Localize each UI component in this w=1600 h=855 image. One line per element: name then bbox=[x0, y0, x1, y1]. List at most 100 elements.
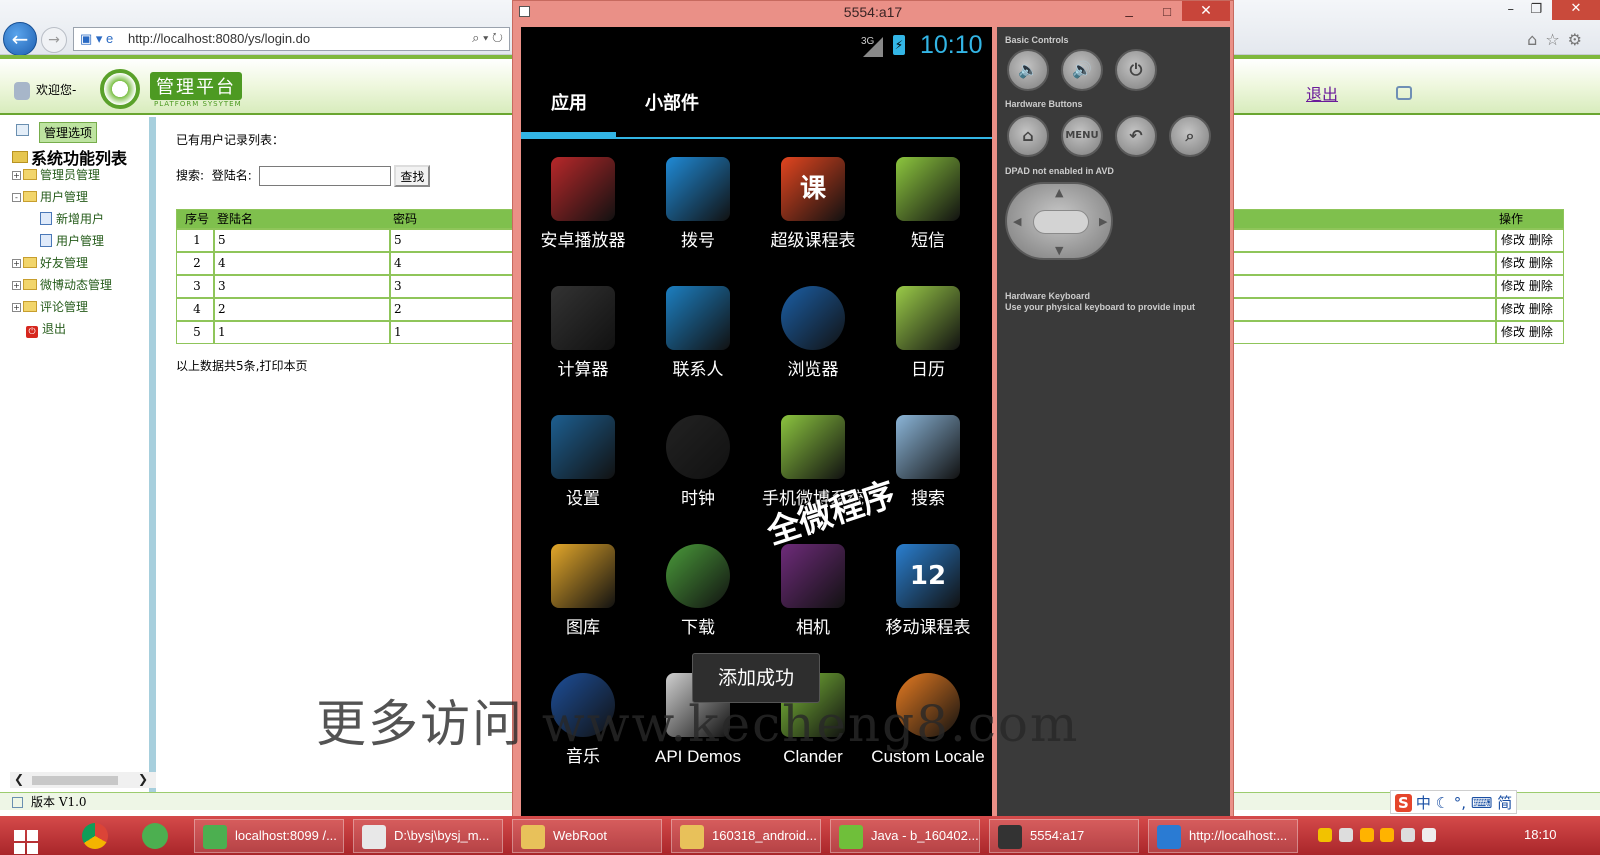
delete-link[interactable]: 删除 bbox=[1529, 302, 1553, 316]
back-icon[interactable]: ↶ bbox=[1115, 115, 1157, 157]
expand-toggle-icon[interactable]: + bbox=[12, 281, 21, 290]
expand-toggle-icon[interactable]: + bbox=[12, 259, 21, 268]
dpad-control[interactable]: ▲ ▼ ◀ ▶ bbox=[1005, 182, 1113, 260]
minimize-icon[interactable]: – bbox=[1125, 4, 1133, 26]
compat-view-icon[interactable]: ▣ ▾ e bbox=[80, 31, 113, 47]
maximize-icon[interactable]: □ bbox=[1163, 1, 1171, 23]
folder-icon bbox=[23, 301, 37, 312]
sidebar-scrollbar[interactable]: ❮ ❯ bbox=[10, 772, 156, 788]
volume-down-icon[interactable]: 🔈 bbox=[1007, 49, 1049, 91]
window-icon[interactable] bbox=[1396, 86, 1412, 100]
taskbar-item[interactable]: http://localhost:... bbox=[1148, 819, 1298, 853]
tab-widgets[interactable]: 小部件 bbox=[645, 89, 699, 115]
scroll-thumb[interactable] bbox=[32, 776, 118, 785]
sidebar-item[interactable]: 新增用户 bbox=[12, 209, 112, 231]
browser-pinned-icon[interactable] bbox=[132, 819, 178, 853]
edit-link[interactable]: 修改 bbox=[1501, 233, 1525, 247]
edit-link[interactable]: 修改 bbox=[1501, 279, 1525, 293]
search-icon[interactable]: ⌕ bbox=[1169, 115, 1211, 157]
window-menu-icon[interactable] bbox=[519, 6, 530, 17]
app-launcher-item[interactable]: 联系人 bbox=[640, 286, 756, 380]
restore-icon[interactable]: ❐ bbox=[1530, 2, 1542, 17]
windows-start-icon[interactable] bbox=[14, 830, 40, 855]
delete-link[interactable]: 删除 bbox=[1529, 256, 1553, 270]
menu-button[interactable]: MENU bbox=[1061, 115, 1103, 157]
edit-link[interactable]: 修改 bbox=[1501, 302, 1525, 316]
volume-icon[interactable] bbox=[1422, 828, 1437, 842]
app-launcher-item[interactable]: 安卓播放器 bbox=[525, 157, 641, 251]
minimize-icon[interactable]: – bbox=[1508, 2, 1515, 17]
dpad-up-icon[interactable]: ▲ bbox=[1055, 186, 1063, 199]
app-launcher-item[interactable]: 时钟 bbox=[640, 415, 756, 509]
tab-apps[interactable]: 应用 bbox=[551, 89, 587, 115]
sidebar-item[interactable]: ⏻ 退出 bbox=[12, 319, 112, 341]
qq-icon[interactable] bbox=[1380, 828, 1395, 842]
qq-icon[interactable] bbox=[1359, 828, 1374, 842]
dpad-center[interactable] bbox=[1033, 210, 1089, 234]
taskbar-item[interactable]: 160318_android... bbox=[671, 819, 821, 853]
network-icon[interactable] bbox=[1401, 828, 1416, 842]
taskbar-item[interactable]: 5554:a17 bbox=[989, 819, 1139, 853]
taskbar-item[interactable]: WebRoot bbox=[512, 819, 662, 853]
app-launcher-item[interactable]: 课超级课程表 bbox=[755, 157, 871, 251]
app-launcher-item[interactable]: 短信 bbox=[870, 157, 986, 251]
home-star-gear-icons[interactable]: ⌂☆⚙ bbox=[1527, 30, 1590, 49]
status-clock: 10:10 bbox=[920, 31, 983, 59]
delete-link[interactable]: 删除 bbox=[1529, 279, 1553, 293]
ime-simplified-label[interactable]: 简 bbox=[1497, 794, 1512, 812]
app-launcher-item[interactable]: 拨号 bbox=[640, 157, 756, 251]
close-icon[interactable]: ✕ bbox=[1552, 0, 1600, 20]
back-arrow-icon[interactable]: ← bbox=[3, 22, 37, 56]
app-launcher-item[interactable]: 设置 bbox=[525, 415, 641, 509]
expand-toggle-icon[interactable]: + bbox=[12, 171, 21, 180]
sidebar-item[interactable]: + 好友管理 bbox=[12, 253, 112, 275]
chrome-pinned-icon[interactable] bbox=[72, 819, 118, 853]
tray-icon[interactable] bbox=[1318, 828, 1332, 842]
app-launcher-item[interactable]: 下载 bbox=[640, 544, 756, 638]
sidebar-item[interactable]: + 微博动态管理 bbox=[12, 275, 112, 297]
taskbar-item[interactable]: Java - b_160402... bbox=[830, 819, 980, 853]
volume-up-icon[interactable]: 🔊 bbox=[1061, 49, 1103, 91]
expand-toggle-icon[interactable]: + bbox=[12, 303, 21, 312]
tray-icon[interactable] bbox=[1338, 828, 1353, 842]
app-launcher-item[interactable]: 相机 bbox=[755, 544, 871, 638]
app-launcher-item[interactable]: 计算器 bbox=[525, 286, 641, 380]
sidebar-item[interactable]: + 管理员管理 bbox=[12, 165, 112, 187]
app-launcher-item[interactable]: 图库 bbox=[525, 544, 641, 638]
address-bar[interactable]: ▣ ▾ e http://localhost:8080/ys/login.do … bbox=[73, 27, 510, 51]
logout-link[interactable]: 退出 bbox=[1306, 81, 1338, 105]
dpad-down-icon[interactable]: ▼ bbox=[1055, 244, 1063, 257]
sidebar-item[interactable]: 用户管理 bbox=[12, 231, 112, 253]
app-label: 图库 bbox=[566, 618, 600, 638]
sidebar-header-label[interactable]: 管理选项 bbox=[39, 122, 98, 143]
delete-link[interactable]: 删除 bbox=[1529, 325, 1553, 339]
edit-link[interactable]: 修改 bbox=[1501, 256, 1525, 270]
app-icon-glyph: 课 bbox=[799, 174, 826, 204]
home-icon[interactable]: ⌂ bbox=[1007, 115, 1049, 157]
taskbar-item[interactable]: D:\bysj\bysj_m... bbox=[353, 819, 503, 853]
delete-link[interactable]: 删除 bbox=[1529, 233, 1553, 247]
app-launcher-item[interactable]: 浏览器 bbox=[755, 286, 871, 380]
app-label: 浏览器 bbox=[787, 360, 839, 380]
app-launcher-item[interactable]: 12 移动课程表 bbox=[870, 544, 986, 638]
taskbar-item[interactable]: localhost:8099 /... bbox=[194, 819, 344, 853]
dpad-right-icon[interactable]: ▶ bbox=[1099, 215, 1107, 228]
edit-link[interactable]: 修改 bbox=[1501, 325, 1525, 339]
ime-mode-label[interactable]: 中 bbox=[1416, 794, 1431, 812]
ime-toolbar[interactable]: S中 ☾ °, ⌨ 简 bbox=[1390, 790, 1518, 814]
scroll-right-icon[interactable]: ❯ bbox=[138, 772, 148, 786]
search-refresh-icons[interactable]: ⌕ ▾ ↻ bbox=[472, 30, 503, 46]
scroll-left-icon[interactable]: ❮ bbox=[14, 772, 24, 786]
power-icon[interactable]: ⏻ bbox=[1115, 49, 1157, 91]
search-button[interactable]: 查找 bbox=[394, 165, 431, 187]
forward-arrow-icon[interactable]: → bbox=[41, 27, 67, 53]
app-launcher-item[interactable]: 日历 bbox=[870, 286, 986, 380]
sidebar-item[interactable]: - 用户管理 bbox=[12, 187, 112, 209]
dpad-left-icon[interactable]: ◀ bbox=[1013, 215, 1021, 228]
login-name-input[interactable] bbox=[258, 166, 391, 186]
close-icon[interactable]: ✕ bbox=[1182, 1, 1230, 21]
expand-toggle-icon[interactable]: - bbox=[12, 193, 21, 202]
folder-open-icon bbox=[12, 151, 28, 163]
app-label: 联系人 bbox=[672, 360, 724, 380]
sidebar-item[interactable]: + 评论管理 bbox=[12, 297, 112, 319]
